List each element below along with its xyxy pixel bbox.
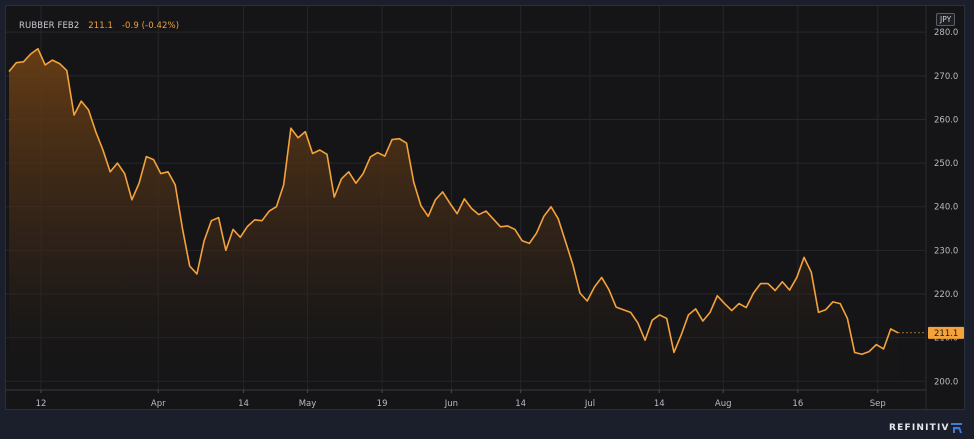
x-tick-label: Jun <box>444 399 458 409</box>
x-tick-label: 19 <box>377 399 388 409</box>
x-tick-label: 14 <box>238 399 249 409</box>
brand-name: REFINITIV <box>889 423 950 433</box>
ticker-last-price: 211.1 <box>88 21 114 31</box>
y-tick-label: 220.0 <box>934 290 958 300</box>
x-tick-label: 12 <box>36 399 47 409</box>
x-tick-label: Jul <box>584 399 595 409</box>
price-area-fill <box>9 48 898 390</box>
y-tick-label: 280.0 <box>934 28 958 38</box>
x-axis[interactable]: 12 Apr 14 May 19 Jun 14 Jul 14 Aug 16 Sep <box>6 389 926 409</box>
last-price-marker: 211.1 <box>898 326 964 339</box>
x-tick-label: Sep <box>870 399 886 409</box>
y-tick-label: 200.0 <box>934 377 958 387</box>
y-tick-label: 240.0 <box>934 203 958 213</box>
ticker-change: -0.9 (-0.42%) <box>121 21 180 31</box>
y-tick-label: 250.0 <box>934 159 958 169</box>
last-price-tag-label: 211.1 <box>934 329 958 339</box>
x-tick-label: 14 <box>654 399 665 409</box>
y-axis[interactable]: 280.0270.0260.0250.0240.0230.0220.0210.0… <box>925 6 958 411</box>
price-chart: 280.0270.0260.0250.0240.0230.0220.0210.0… <box>6 6 964 411</box>
x-tick-label: 14 <box>515 399 526 409</box>
y-tick-label: 230.0 <box>934 246 958 256</box>
x-tick-label: Apr <box>151 399 166 409</box>
x-tick-label: 16 <box>792 399 803 409</box>
price-area <box>9 48 898 390</box>
x-tick-label: Aug <box>715 399 732 409</box>
chart-panel: 280.0270.0260.0250.0240.0230.0220.0210.0… <box>5 5 965 411</box>
currency-badge[interactable]: JPY <box>936 13 956 26</box>
refinitiv-logo-icon <box>951 423 962 433</box>
y-tick-label: 260.0 <box>934 115 958 125</box>
y-tick-label: 270.0 <box>934 72 958 82</box>
x-tick-label: May <box>299 399 317 409</box>
ticker-header: RUBBER FEB2 211.1 -0.9 (-0.42%) <box>19 21 179 31</box>
ticker-symbol: RUBBER FEB2 <box>19 21 80 31</box>
